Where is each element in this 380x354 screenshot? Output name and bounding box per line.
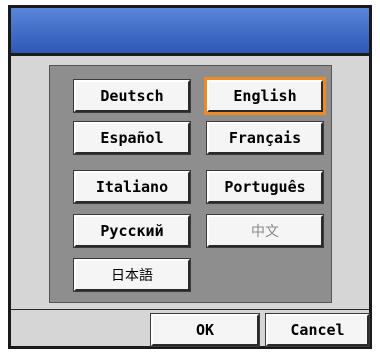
language-button-francais[interactable]: Français: [206, 121, 324, 155]
language-button-chinese[interactable]: 中文: [206, 214, 324, 248]
language-button-japanese[interactable]: 日本語: [73, 258, 191, 292]
title-bar: [11, 8, 369, 53]
language-button-italiano[interactable]: Italiano: [73, 170, 191, 204]
footer-divider: [11, 309, 369, 310]
language-button-portugues[interactable]: Português: [206, 170, 324, 204]
cancel-button[interactable]: Cancel: [265, 313, 370, 347]
language-button-english[interactable]: English: [204, 77, 326, 115]
language-button-espanol[interactable]: Español: [73, 121, 191, 155]
ok-button[interactable]: OK: [150, 313, 260, 347]
language-dialog: Deutsch English Español Français Italian…: [8, 5, 372, 349]
language-button-deutsch[interactable]: Deutsch: [73, 79, 191, 113]
title-divider: [11, 53, 369, 56]
language-button-russian[interactable]: Русский: [73, 214, 191, 248]
